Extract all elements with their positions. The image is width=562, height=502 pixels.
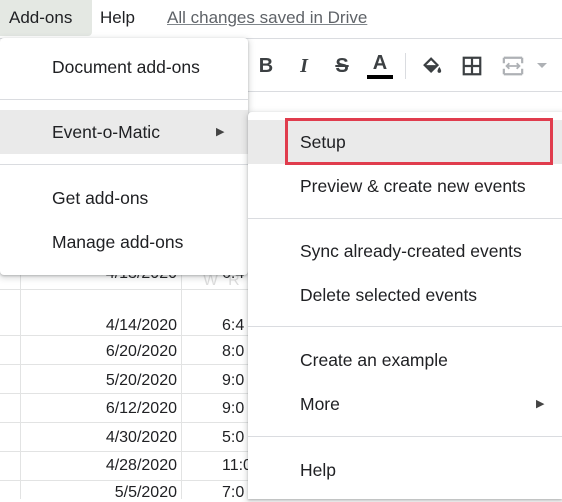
borders-icon[interactable] bbox=[458, 51, 486, 81]
menu-separator bbox=[0, 164, 248, 165]
fill-color-icon[interactable] bbox=[418, 51, 446, 81]
date-cell[interactable]: 6/12/2020 bbox=[20, 400, 177, 418]
menu-item-label: Sync already-created events bbox=[300, 241, 522, 261]
menu-item-get-addons[interactable]: Get add-ons bbox=[0, 176, 248, 220]
submenu-arrow-icon: ▶ bbox=[216, 126, 225, 138]
menu-item-document-addons[interactable]: Document add-ons bbox=[0, 45, 248, 89]
text-color-letter: A bbox=[372, 52, 388, 74]
submenu-item-create-example[interactable]: Create an example bbox=[248, 338, 562, 382]
date-cell[interactable]: 5/20/2020 bbox=[20, 372, 177, 390]
save-status-link[interactable]: All changes saved in Drive bbox=[167, 0, 367, 36]
italic-button[interactable]: I bbox=[290, 51, 318, 81]
time-cell[interactable]: 9:0 bbox=[222, 372, 244, 390]
merge-cells-icon[interactable] bbox=[499, 51, 527, 81]
time-cell[interactable]: 5:0 bbox=[222, 429, 244, 447]
toolbar-divider bbox=[405, 53, 406, 79]
submenu-item-delete[interactable]: Delete selected events bbox=[248, 273, 562, 317]
menu-item-label: More bbox=[300, 394, 340, 414]
menu-item-label: Create an example bbox=[300, 350, 448, 370]
menu-separator bbox=[0, 99, 248, 100]
setup-highlight-box bbox=[285, 118, 553, 165]
menu-help[interactable]: Help bbox=[100, 0, 135, 36]
strikethrough-button[interactable]: S bbox=[328, 51, 356, 81]
text-color-button[interactable]: A bbox=[366, 51, 394, 81]
time-cell[interactable]: 7:0 bbox=[222, 484, 244, 502]
date-cell[interactable]: 5/5/2020 bbox=[20, 484, 177, 502]
menu-separator bbox=[248, 436, 562, 437]
menu-item-label: Document add-ons bbox=[52, 57, 200, 77]
menu-bar: Add-ons Help All changes saved in Drive bbox=[0, 0, 562, 38]
submenu-item-help[interactable]: Help bbox=[248, 448, 562, 492]
submenu-item-preview-create[interactable]: Preview & create new events bbox=[248, 164, 562, 208]
menu-item-label: Delete selected events bbox=[300, 285, 478, 305]
menu-item-label: Event-o-Matic bbox=[52, 122, 160, 142]
date-cell[interactable]: 6/20/2020 bbox=[20, 343, 177, 361]
submenu-arrow-icon: ▶ bbox=[536, 398, 545, 410]
time-cell[interactable]: 9:0 bbox=[222, 400, 244, 418]
menu-item-manage-addons[interactable]: Manage add-ons bbox=[0, 220, 248, 264]
bold-button[interactable]: B bbox=[252, 51, 280, 81]
date-cell[interactable]: 4/30/2020 bbox=[20, 429, 177, 447]
addons-menu: Document add-ons Event-o-Matic ▶ Get add… bbox=[0, 38, 248, 275]
date-cell[interactable]: 4/28/2020 bbox=[20, 457, 177, 475]
time-cell[interactable]: 8:0 bbox=[222, 343, 244, 361]
menu-item-label: Help bbox=[300, 460, 336, 480]
submenu-item-sync[interactable]: Sync already-created events bbox=[248, 229, 562, 273]
submenu-item-more[interactable]: More ▶ bbox=[248, 382, 562, 426]
time-cell[interactable]: 6:4 bbox=[222, 317, 244, 335]
text-color-swatch bbox=[367, 75, 393, 79]
menu-separator bbox=[248, 326, 562, 327]
date-cell[interactable]: 4/14/2020 bbox=[20, 317, 177, 335]
menu-item-label: Get add-ons bbox=[52, 188, 149, 208]
dropdown-arrow-icon[interactable] bbox=[532, 51, 552, 81]
event-o-matic-submenu: Setup Preview & create new events Sync a… bbox=[248, 112, 562, 499]
menu-item-label: Manage add-ons bbox=[52, 232, 184, 252]
menu-item-event-o-matic[interactable]: Event-o-Matic ▶ bbox=[0, 110, 248, 154]
menu-addons[interactable]: Add-ons bbox=[0, 0, 92, 36]
menu-item-label: Preview & create new events bbox=[300, 176, 526, 196]
menu-separator bbox=[248, 218, 562, 219]
